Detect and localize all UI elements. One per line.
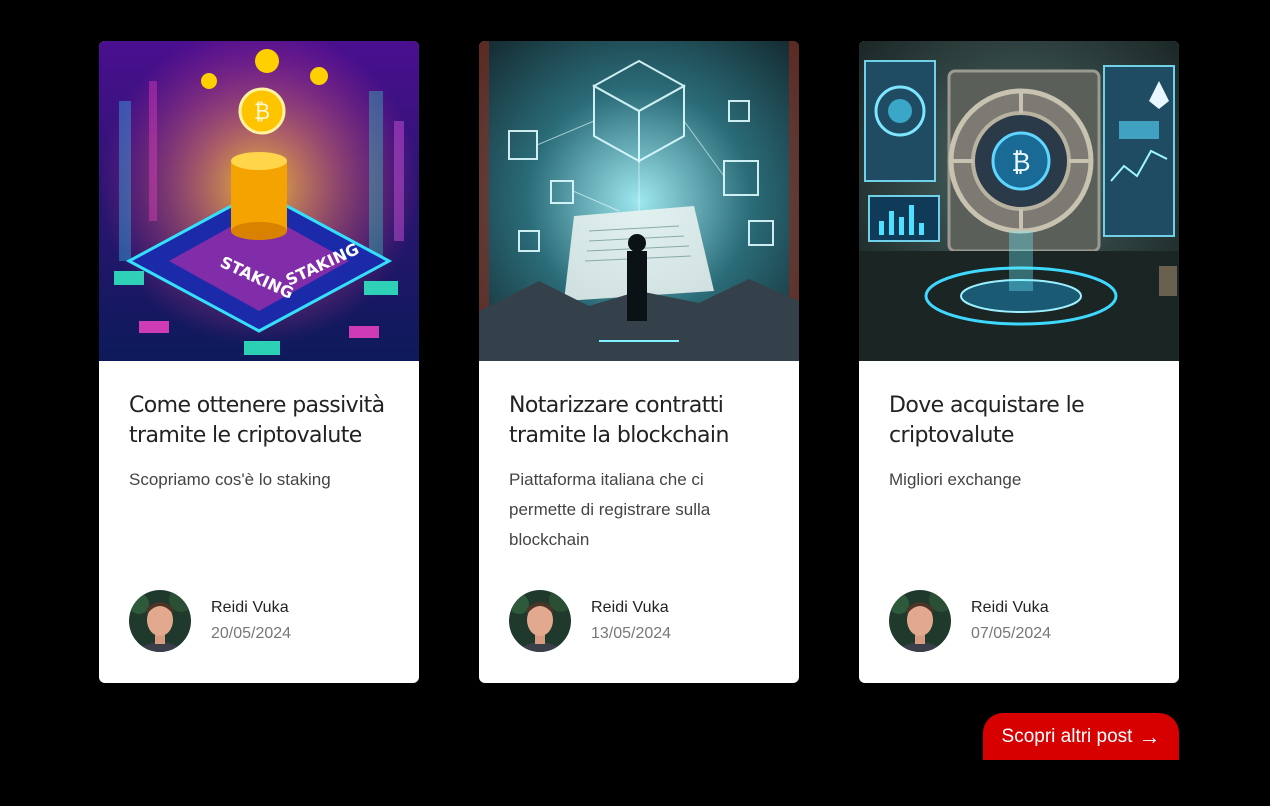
post-image-staking[interactable]: ₿ STAKING STAKING (99, 41, 419, 361)
more-posts-label: Scopri altri post (1001, 725, 1133, 747)
post-image-vault[interactable]: ₿ (859, 41, 1179, 361)
post-list: ₿ STAKING STAKING Come ottenere passivit… (99, 41, 1179, 683)
post-date: 07/05/2024 (971, 625, 1052, 642)
post-image-blockchain[interactable] (479, 41, 799, 361)
post-title[interactable]: Come ottenere passività tramite le cript… (129, 391, 389, 451)
svg-text:₿: ₿ (1011, 148, 1030, 178)
post-card[interactable]: ₿ Dove acquistare le criptovalute Miglio… (859, 41, 1179, 683)
avatar (509, 590, 571, 652)
post-date: 20/05/2024 (211, 625, 292, 642)
post-excerpt: Piattaforma italiana che ci permette di … (509, 470, 711, 549)
post-excerpt: Migliori exchange (889, 470, 1022, 489)
svg-text:₿: ₿ (254, 100, 270, 125)
more-posts-button[interactable]: Scopri altri post → (983, 713, 1179, 760)
post-excerpt: Scopriamo cos'è lo staking (129, 470, 331, 489)
avatar (889, 590, 951, 652)
author-name: Reidi Vuka (211, 599, 289, 616)
author-name: Reidi Vuka (971, 599, 1049, 616)
author-name: Reidi Vuka (591, 599, 669, 616)
post-card[interactable]: Notarizzare contratti tramite la blockch… (479, 41, 799, 683)
post-title[interactable]: Dove acquistare le criptovalute (889, 391, 1149, 451)
post-author: Reidi Vuka 07/05/2024 (889, 590, 1051, 652)
post-author: Reidi Vuka 13/05/2024 (509, 590, 671, 652)
avatar (129, 590, 191, 652)
post-author: Reidi Vuka 20/05/2024 (129, 590, 291, 652)
arrow-right-icon: → (1138, 723, 1161, 749)
post-card[interactable]: ₿ STAKING STAKING Come ottenere passivit… (99, 41, 419, 683)
post-date: 13/05/2024 (591, 625, 672, 642)
post-title[interactable]: Notarizzare contratti tramite la blockch… (509, 391, 769, 451)
